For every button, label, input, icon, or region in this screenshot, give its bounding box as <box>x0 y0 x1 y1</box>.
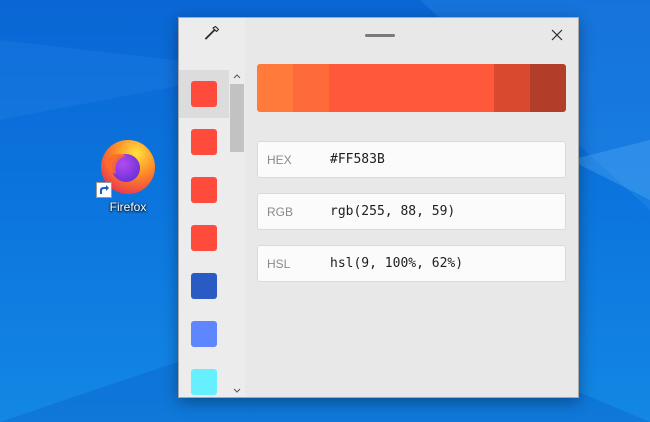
history-item[interactable] <box>179 214 229 262</box>
hsl-format-row[interactable]: HSL hsl(9, 100%, 62%) <box>257 245 566 282</box>
history-item[interactable] <box>179 70 229 118</box>
format-label: HSL <box>267 256 291 271</box>
history-item[interactable] <box>179 262 229 310</box>
hex-value[interactable]: #FF583B <box>330 152 385 167</box>
shade-segment[interactable] <box>293 64 329 112</box>
history-scrollbar[interactable] <box>229 70 244 397</box>
color-history-list <box>179 70 229 397</box>
close-icon <box>551 28 563 46</box>
rgb-format-row[interactable]: RGB rgb(255, 88, 59) <box>257 193 566 230</box>
drag-handle[interactable] <box>365 34 395 37</box>
desktop-icon-label: Firefox <box>109 200 147 214</box>
shade-segment[interactable] <box>257 64 293 112</box>
color-swatch <box>191 177 217 203</box>
color-swatch <box>191 321 217 347</box>
color-details-panel: HEX #FF583B RGB rgb(255, 88, 59) HSL hsl… <box>245 18 578 397</box>
scroll-up-chevron-icon[interactable] <box>229 70 244 82</box>
close-button[interactable] <box>546 26 568 48</box>
color-swatch <box>191 225 217 251</box>
color-swatch <box>191 129 217 155</box>
shade-segment[interactable] <box>494 64 530 112</box>
color-picker-window: HEX #FF583B RGB rgb(255, 88, 59) HSL hsl… <box>178 17 579 398</box>
color-shade-strip <box>257 64 566 112</box>
format-label: HEX <box>267 152 292 167</box>
color-swatch <box>191 273 217 299</box>
eyedropper-icon <box>204 25 220 46</box>
color-history-panel <box>179 18 245 397</box>
history-item[interactable] <box>179 310 229 358</box>
rgb-value[interactable]: rgb(255, 88, 59) <box>330 204 455 219</box>
history-item[interactable] <box>179 166 229 214</box>
hsl-value[interactable]: hsl(9, 100%, 62%) <box>330 256 463 271</box>
history-item[interactable] <box>179 358 229 397</box>
firefox-logo-icon <box>96 134 160 198</box>
scroll-down-chevron-icon[interactable] <box>229 385 244 397</box>
shade-segment[interactable] <box>530 64 566 112</box>
shortcut-arrow-icon <box>96 182 112 198</box>
scrollbar-thumb[interactable] <box>230 84 244 152</box>
hex-format-row[interactable]: HEX #FF583B <box>257 141 566 178</box>
history-item[interactable] <box>179 118 229 166</box>
desktop-shortcut-firefox[interactable]: Firefox <box>92 134 164 214</box>
format-label: RGB <box>267 204 294 219</box>
color-swatch <box>191 81 217 107</box>
shade-segment[interactable] <box>329 64 494 112</box>
eyedropper-button[interactable] <box>179 18 245 52</box>
color-swatch <box>191 369 217 395</box>
